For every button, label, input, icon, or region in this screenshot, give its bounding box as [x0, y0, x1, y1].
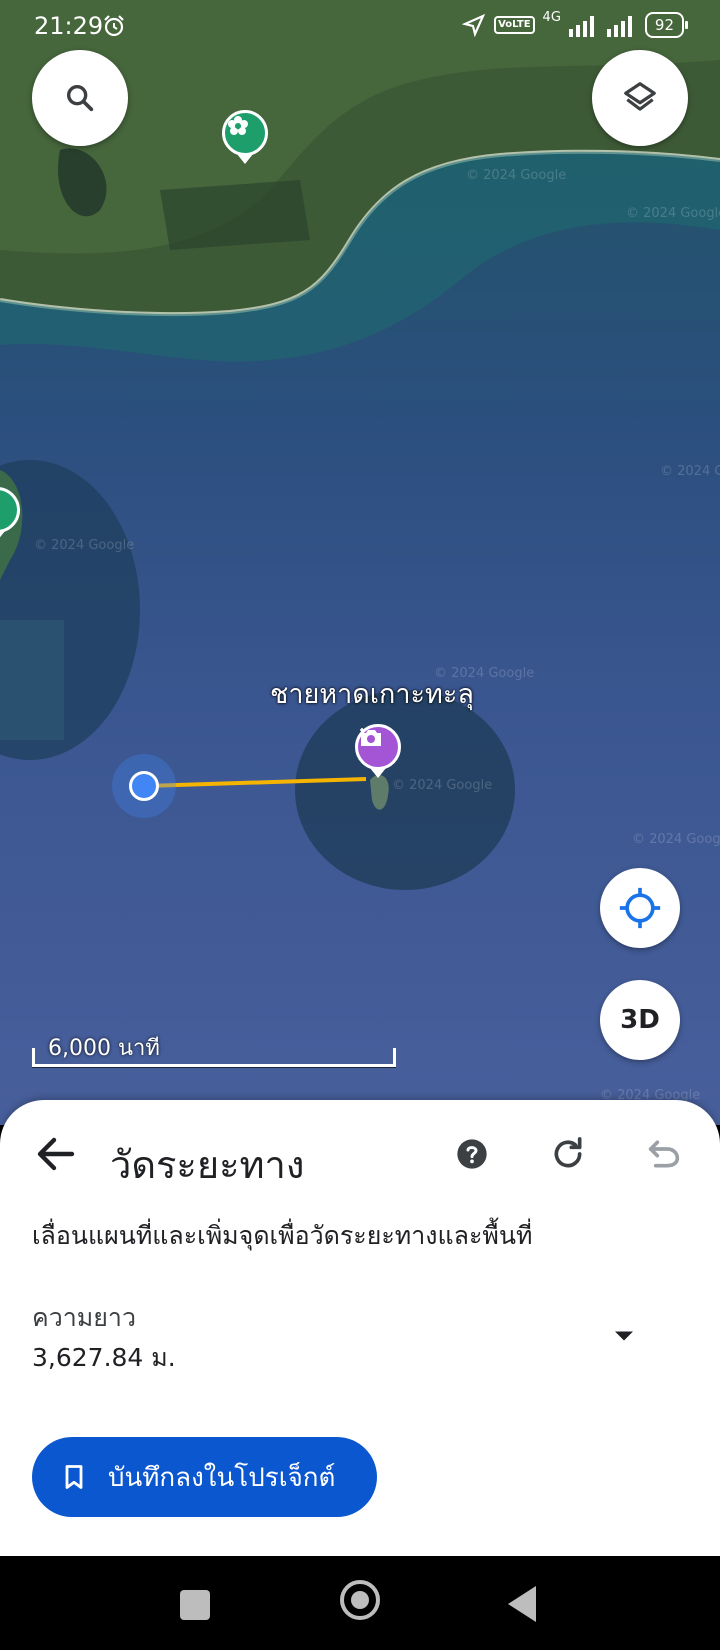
volte-badge: VoLTE [494, 16, 535, 34]
status-icons: VoLTE 4G 92 [462, 9, 689, 38]
satellite-map[interactable]: © 2024 Google © 2024 Google © 2024 Googl… [0, 0, 720, 1125]
my-location-button[interactable] [600, 868, 680, 948]
battery-indicator: 92 [644, 12, 689, 38]
network-type: 4G [542, 9, 561, 25]
home-button[interactable] [340, 1580, 380, 1620]
search-icon [66, 84, 94, 112]
status-time: 21:29 [34, 12, 104, 40]
location-arrow-icon [462, 13, 486, 37]
undo-icon [648, 1140, 680, 1168]
photo-pin-icon [360, 728, 381, 746]
refresh-icon [554, 1137, 582, 1168]
photo-pin[interactable] [355, 724, 401, 770]
map-imagery [0, 0, 720, 890]
my-location-icon [619, 887, 661, 929]
back-button[interactable] [32, 1130, 80, 1178]
help-button[interactable] [456, 1138, 488, 1170]
system-nav-bar [0, 1556, 720, 1650]
status-bar: 21:29 VoLTE 4G 92 [0, 0, 720, 54]
map-watermark: © 2024 Google [660, 464, 720, 479]
system-back-button[interactable] [508, 1586, 536, 1622]
help-icon [457, 1139, 487, 1169]
measure-distance-sheet: วัดระยะทาง เลื่อนแผนที่และเพิ่มจุดเพื่อว… [0, 1100, 720, 1556]
layers-button[interactable] [592, 50, 688, 146]
recents-button[interactable] [180, 1590, 210, 1620]
arrow-back-icon [37, 1137, 75, 1171]
3d-toggle-button[interactable]: 3D [600, 980, 680, 1060]
map-watermark: © 2024 Google [466, 168, 567, 183]
map-watermark: © 2024 Google [626, 206, 720, 221]
sheet-header: วัดระยะทาง [0, 1100, 720, 1210]
instruction-text: เลื่อนแผนที่และเพิ่มจุดเพื่อวัดระยะทางแล… [32, 1221, 533, 1250]
unit-dropdown-button[interactable] [606, 1318, 642, 1354]
screen: © 2024 Google © 2024 Google © 2024 Googl… [0, 0, 720, 1650]
refresh-button[interactable] [548, 1134, 588, 1174]
scale-bar [32, 1048, 396, 1067]
start-point-dot [129, 771, 159, 801]
caret-down-icon [615, 1331, 633, 1341]
save-to-project-button[interactable]: บันทึกลงในโปรเจ็กต์ [32, 1437, 377, 1517]
map-watermark: © 2024 Google [632, 832, 720, 847]
length-value: 3,627.84 ม. [32, 1343, 176, 1372]
map-watermark: © 2024 Google [392, 778, 493, 793]
signal-icon [568, 16, 594, 37]
undo-button[interactable] [644, 1134, 684, 1174]
layers-icon [624, 82, 656, 111]
place-label[interactable]: ชายหาดเกาะทะลุ [270, 672, 474, 715]
map-watermark: © 2024 Google [34, 538, 135, 553]
alarm-icon [102, 14, 126, 44]
bookmark-icon [60, 1462, 88, 1492]
save-button-label: บันทึกลงในโปรเจ็กต์ [108, 1462, 336, 1493]
sheet-title: วัดระยะทาง [110, 1143, 305, 1187]
measure-start-point[interactable] [112, 754, 176, 818]
park-pin-icon [228, 116, 248, 135]
length-label: ความยาว [32, 1303, 137, 1332]
signal-icon [606, 16, 632, 37]
search-button[interactable] [32, 50, 128, 146]
park-pin[interactable] [222, 110, 268, 156]
